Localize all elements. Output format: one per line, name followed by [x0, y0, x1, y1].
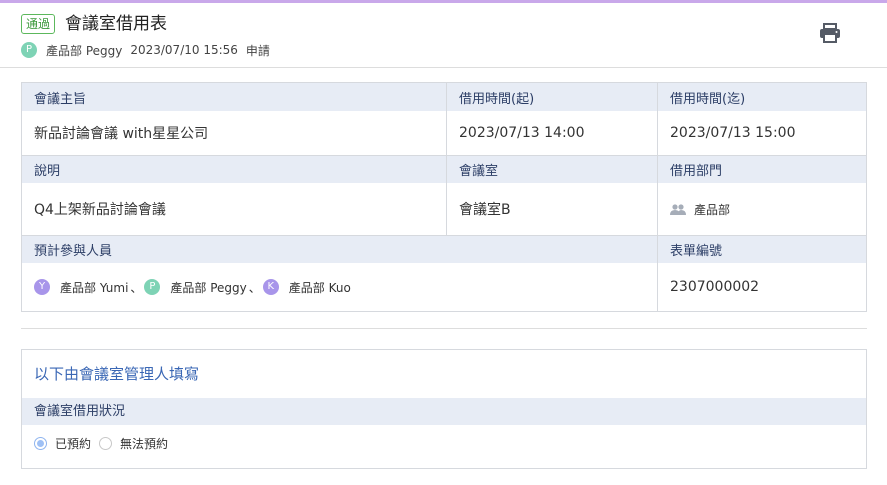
admin-section: 以下由會議室管理人填寫 會議室借用狀況 已預約 無法預約 — [21, 349, 867, 469]
radio-button-unavailable[interactable] — [99, 437, 113, 450]
end-time-label: 借用時間(迄) — [657, 83, 866, 111]
radio-label-unavailable: 無法預約 — [120, 437, 169, 451]
printer-icon — [820, 23, 840, 43]
attendee-name: 產品部 Peggy — [170, 280, 247, 295]
description-value: Q4上架新品討論會議 — [22, 183, 446, 235]
attendee-item: K 產品部 Kuo — [262, 279, 351, 296]
applicant-meta: P 產品部 Peggy 2023/07/10 15:56 申請 — [21, 41, 270, 59]
end-time-value: 2023/07/13 15:00 — [657, 111, 866, 155]
room-status-radio-group: 已預約 無法預約 — [34, 435, 176, 452]
form-number-value: 2307000002 — [657, 263, 866, 311]
avatar: P — [21, 42, 37, 58]
description-label: 說明 — [22, 155, 446, 183]
people-icon — [670, 203, 686, 215]
top-accent-bar — [0, 0, 887, 3]
department-value: 產品部 — [694, 202, 731, 217]
start-time-label: 借用時間(起) — [446, 83, 657, 111]
attendee-item: P 產品部 Peggy — [144, 279, 247, 296]
avatar: Y — [34, 279, 50, 295]
avatar: P — [144, 279, 161, 295]
header-divider — [0, 67, 887, 68]
attendee-name: 產品部 Yumi — [60, 280, 129, 295]
attendee-name: 產品部 Kuo — [288, 280, 351, 295]
department-label: 借用部門 — [657, 155, 866, 183]
topic-value: 新品討論會議 with星星公司 — [22, 111, 446, 155]
room-value: 會議室B — [446, 183, 657, 235]
status-badge: 通過 — [21, 14, 56, 34]
form-number-label: 表單編號 — [657, 235, 866, 263]
applied-action-text: 申請 — [245, 43, 270, 58]
applicant-name: 產品部 Peggy — [46, 43, 123, 58]
attendee-separator: 、 — [130, 280, 143, 295]
attendee-item: Y 產品部 Yumi — [34, 279, 128, 296]
attendee-separator: 、 — [248, 280, 261, 295]
department-cell: 產品部 — [657, 183, 866, 235]
topic-label: 會議主旨 — [22, 83, 446, 111]
attendee-list: Y 產品部 Yumi 、 P 產品部 Peggy 、 K 產品部 Kuo — [34, 279, 351, 296]
room-status-label: 會議室借用狀況 — [22, 398, 866, 425]
room-label: 會議室 — [446, 155, 657, 183]
section-divider — [21, 328, 867, 329]
radio-label-booked: 已預約 — [55, 437, 92, 451]
admin-section-title: 以下由會議室管理人填寫 — [34, 365, 200, 383]
radio-option-booked[interactable]: 已預約 — [34, 435, 91, 452]
attendees-label: 預計參與人員 — [22, 235, 657, 263]
radio-button-booked[interactable] — [34, 437, 47, 450]
page-title: 會議室借用表 — [65, 14, 167, 34]
radio-option-unavailable[interactable]: 無法預約 — [99, 435, 168, 452]
avatar: K — [262, 279, 279, 295]
attendees-cell: Y 產品部 Yumi 、 P 產品部 Peggy 、 K 產品部 Kuo — [22, 263, 657, 311]
print-button[interactable] — [818, 22, 842, 44]
applied-timestamp: 2023/07/10 15:56 — [130, 43, 238, 57]
start-time-value: 2023/07/13 14:00 — [446, 111, 657, 155]
booking-info-table: 會議主旨 借用時間(起) 借用時間(迄) 新品討論會議 with星星公司 202… — [21, 82, 867, 312]
